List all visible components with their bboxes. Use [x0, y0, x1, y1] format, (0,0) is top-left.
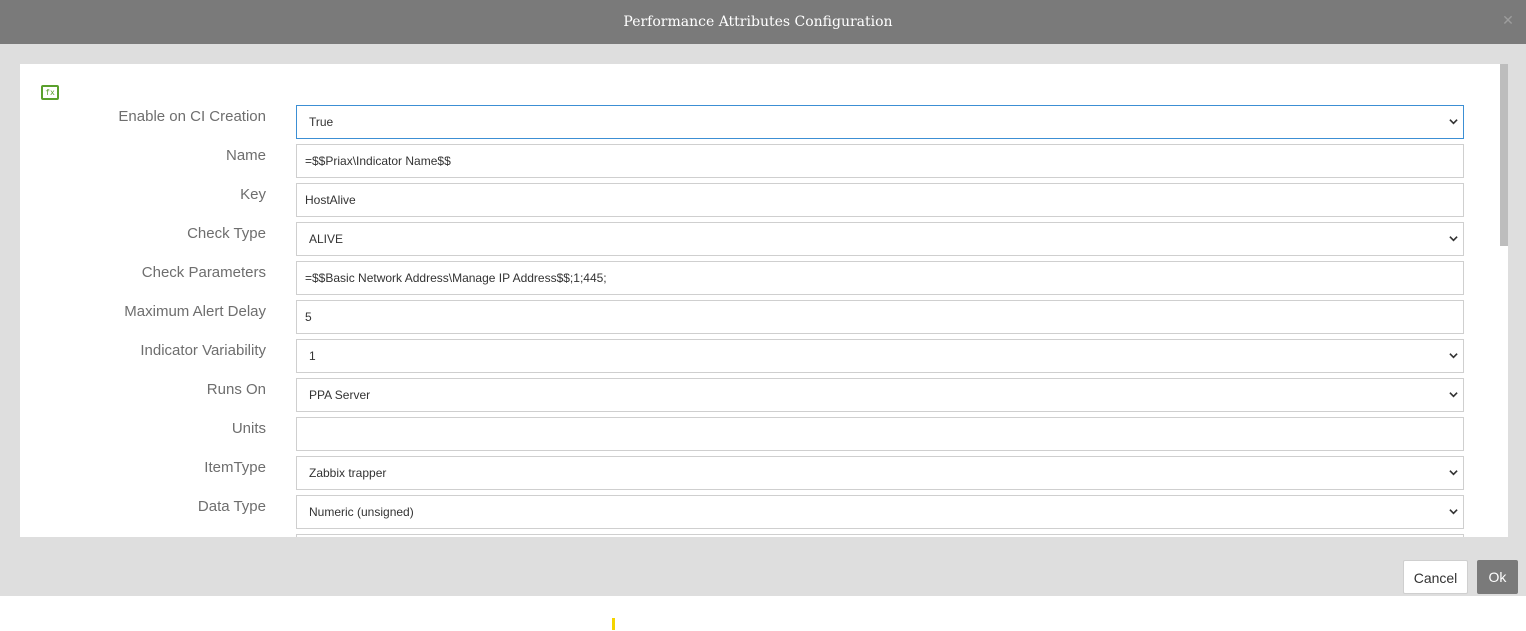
field-label: Units	[231, 420, 266, 437]
field-label: Name	[225, 147, 266, 164]
check-type-select[interactable]: ALIVE	[296, 222, 1464, 256]
dialog-body: fx Enable on CI Creation True Name =$$Pr…	[20, 64, 1508, 537]
formula-icon[interactable]: fx	[41, 85, 59, 100]
row-indicator-variability: Indicator Variability 1	[20, 339, 1464, 373]
row-data-type: Data Type Numeric (unsigned)	[20, 495, 1464, 529]
field-label: Check Type	[187, 225, 266, 242]
chevron-down-icon	[1449, 509, 1458, 515]
enable-on-ci-creation-select[interactable]: True	[296, 105, 1464, 139]
indicator-variability-select[interactable]: 1	[296, 339, 1464, 373]
partially-visible-field[interactable]	[296, 534, 1464, 537]
select-value: ALIVE	[309, 232, 344, 246]
cancel-button[interactable]: Cancel	[1403, 560, 1468, 594]
row-item-type: ItemType Zabbix trapper	[20, 456, 1464, 490]
row-enable-on-ci-creation: Enable on CI Creation True	[20, 105, 1464, 139]
maximum-alert-delay-input[interactable]: 5	[296, 300, 1464, 334]
field-label: Data Type	[197, 498, 266, 515]
item-type-select[interactable]: Zabbix trapper	[296, 456, 1464, 490]
select-value: 1	[309, 349, 316, 363]
performance-attributes-dialog: Performance Attributes Configuration ✕ f…	[0, 0, 1526, 596]
row-partially-visible	[20, 534, 1464, 537]
field-label: Indicator Variability	[140, 342, 266, 359]
row-name: Name =$$Priax\Indicator Name$$	[20, 144, 1464, 178]
field-label: Key	[240, 186, 266, 203]
body-scrollbar[interactable]	[1500, 64, 1508, 537]
field-label: Maximum Alert Delay	[124, 303, 266, 320]
yellow-marker	[612, 618, 615, 630]
scrollbar-thumb[interactable]	[1500, 64, 1508, 246]
field-label: Runs On	[206, 381, 266, 398]
chevron-down-icon	[1449, 119, 1458, 125]
select-value: PPA Server	[309, 388, 371, 402]
field-label: Enable on CI Creation	[118, 108, 266, 125]
units-input[interactable]	[296, 417, 1464, 451]
row-check-parameters: Check Parameters =$$Basic Network Addres…	[20, 261, 1464, 295]
row-key: Key HostAlive	[20, 183, 1464, 217]
chevron-down-icon	[1449, 470, 1458, 476]
chevron-down-icon	[1449, 353, 1458, 359]
row-check-type: Check Type ALIVE	[20, 222, 1464, 256]
check-parameters-input[interactable]: =$$Basic Network Address\Manage IP Addre…	[296, 261, 1464, 295]
field-label: Check Parameters	[141, 264, 266, 281]
row-units: Units	[20, 417, 1464, 451]
chevron-down-icon	[1449, 392, 1458, 398]
dialog-title: Performance Attributes Configuration	[623, 14, 893, 30]
select-value: True	[309, 115, 334, 129]
select-value: Numeric (unsigned)	[309, 505, 414, 519]
chevron-down-icon	[1449, 236, 1458, 242]
field-label: ItemType	[204, 459, 266, 476]
data-type-select[interactable]: Numeric (unsigned)	[296, 495, 1464, 529]
select-value: Zabbix trapper	[309, 466, 387, 480]
close-icon[interactable]: ✕	[1500, 10, 1516, 30]
ok-button[interactable]: Ok	[1477, 560, 1518, 594]
runs-on-select[interactable]: PPA Server	[296, 378, 1464, 412]
row-maximum-alert-delay: Maximum Alert Delay 5	[20, 300, 1464, 334]
name-input[interactable]: =$$Priax\Indicator Name$$	[296, 144, 1464, 178]
row-runs-on: Runs On PPA Server	[20, 378, 1464, 412]
dialog-titlebar: Performance Attributes Configuration ✕	[0, 0, 1526, 44]
key-input[interactable]: HostAlive	[296, 183, 1464, 217]
